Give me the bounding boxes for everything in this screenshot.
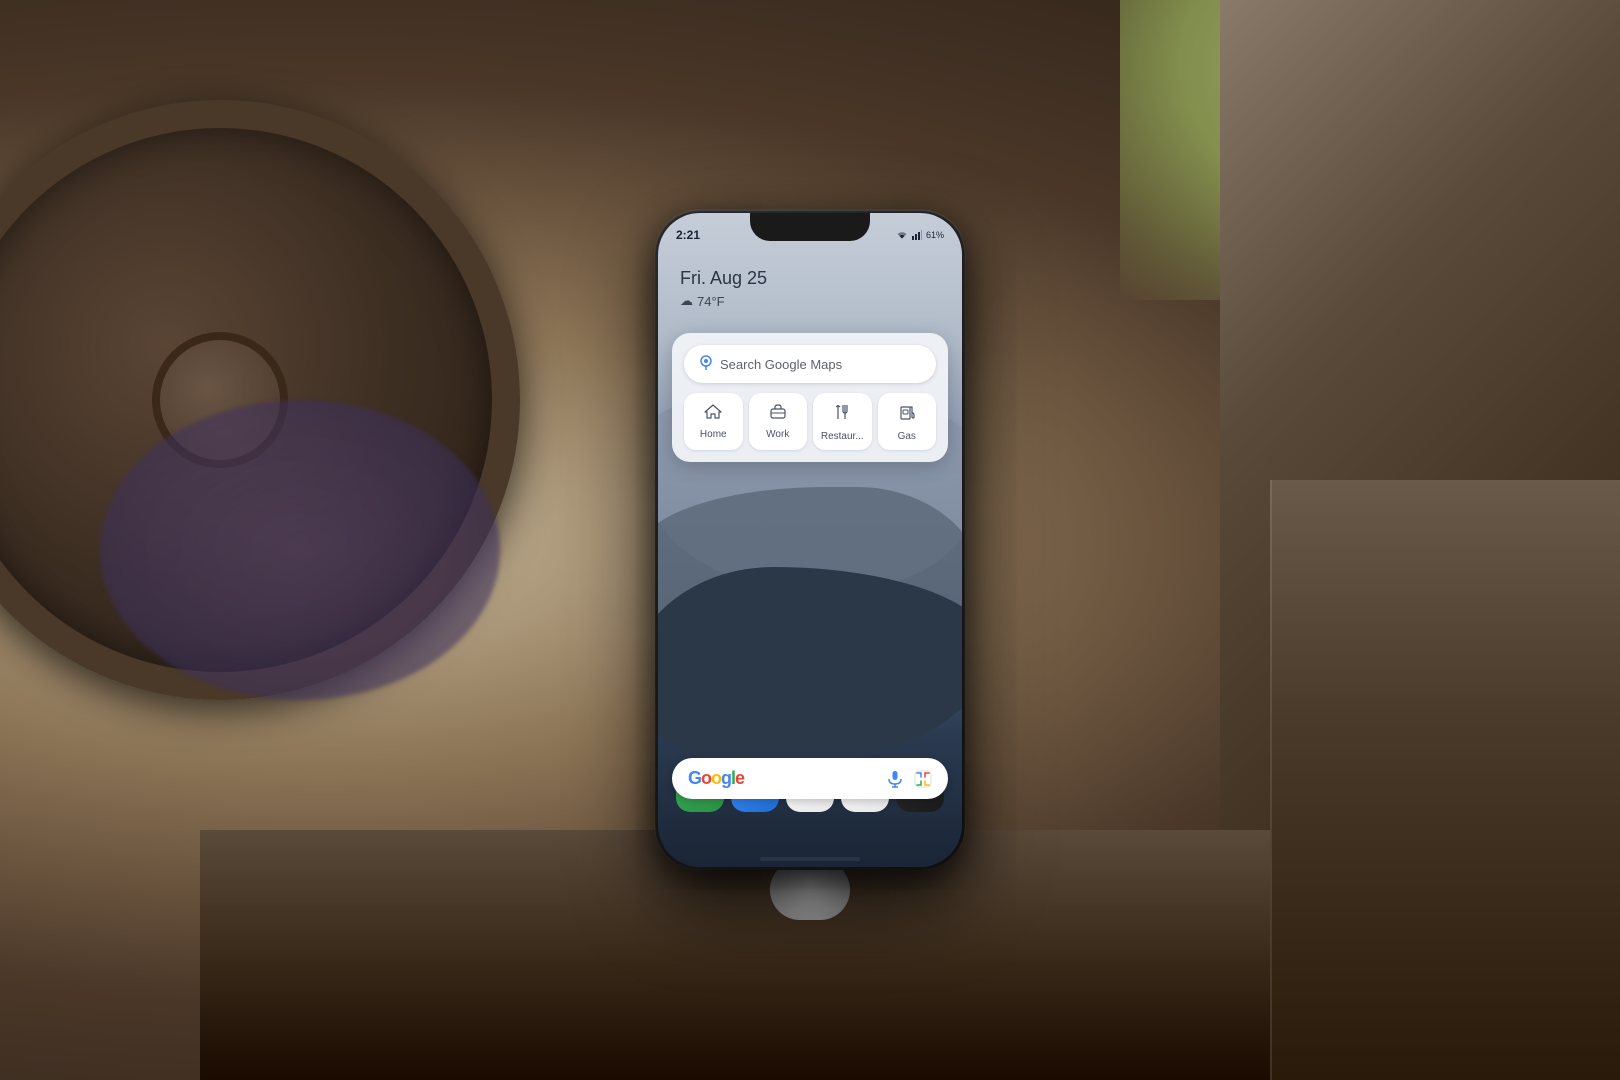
phone-screen: 2:21 ○ ◉ ⊡ 28 <box>658 213 962 867</box>
gas-icon <box>898 403 916 426</box>
wifi-icon <box>896 230 908 240</box>
google-logo: Google <box>688 768 744 789</box>
signal-icon <box>912 230 922 240</box>
home-label: Home <box>700 429 727 440</box>
maps-quick-access: Home Work <box>684 393 936 450</box>
battery-text: 61% <box>926 230 944 240</box>
status-time: 2:21 <box>676 228 700 242</box>
date-text: Fri. Aug 25 <box>680 268 767 289</box>
maps-quick-restaurants[interactable]: Restaur... <box>813 393 872 450</box>
maps-quick-home[interactable]: Home <box>684 393 743 450</box>
notch <box>750 213 870 241</box>
maps-quick-work[interactable]: Work <box>749 393 808 450</box>
restaurants-label: Restaur... <box>821 431 864 442</box>
google-search-bar[interactable]: Google <box>672 758 948 799</box>
right-panel <box>1270 480 1620 1080</box>
restaurant-icon <box>833 403 851 426</box>
maps-search-bar[interactable]: Search Google Maps <box>684 345 936 383</box>
gas-label: Gas <box>898 431 916 442</box>
phone-shell: 2:21 ○ ◉ ⊡ 28 <box>655 210 965 870</box>
work-label: Work <box>766 429 789 440</box>
cloud-icon: ☁ <box>680 293 693 309</box>
google-search-actions <box>886 770 932 788</box>
briefcase-icon <box>769 403 787 424</box>
lens-icon[interactable] <box>914 770 932 788</box>
wave3 <box>658 567 962 767</box>
weather-text: ☁ 74°F <box>680 293 767 309</box>
location-pin-icon <box>700 355 712 373</box>
mic-icon[interactable] <box>886 770 904 788</box>
date-widget: Fri. Aug 25 ☁ 74°F <box>680 268 767 309</box>
maps-search-placeholder: Search Google Maps <box>720 357 920 372</box>
home-icon <box>704 403 722 424</box>
status-right-icons: 61% <box>896 230 944 240</box>
maps-widget: Search Google Maps Home <box>672 333 948 462</box>
maps-quick-gas[interactable]: Gas <box>878 393 937 450</box>
phone-container: 2:21 ○ ◉ ⊡ 28 <box>655 210 965 870</box>
home-indicator <box>760 857 860 861</box>
dashboard-gauges <box>100 400 500 700</box>
